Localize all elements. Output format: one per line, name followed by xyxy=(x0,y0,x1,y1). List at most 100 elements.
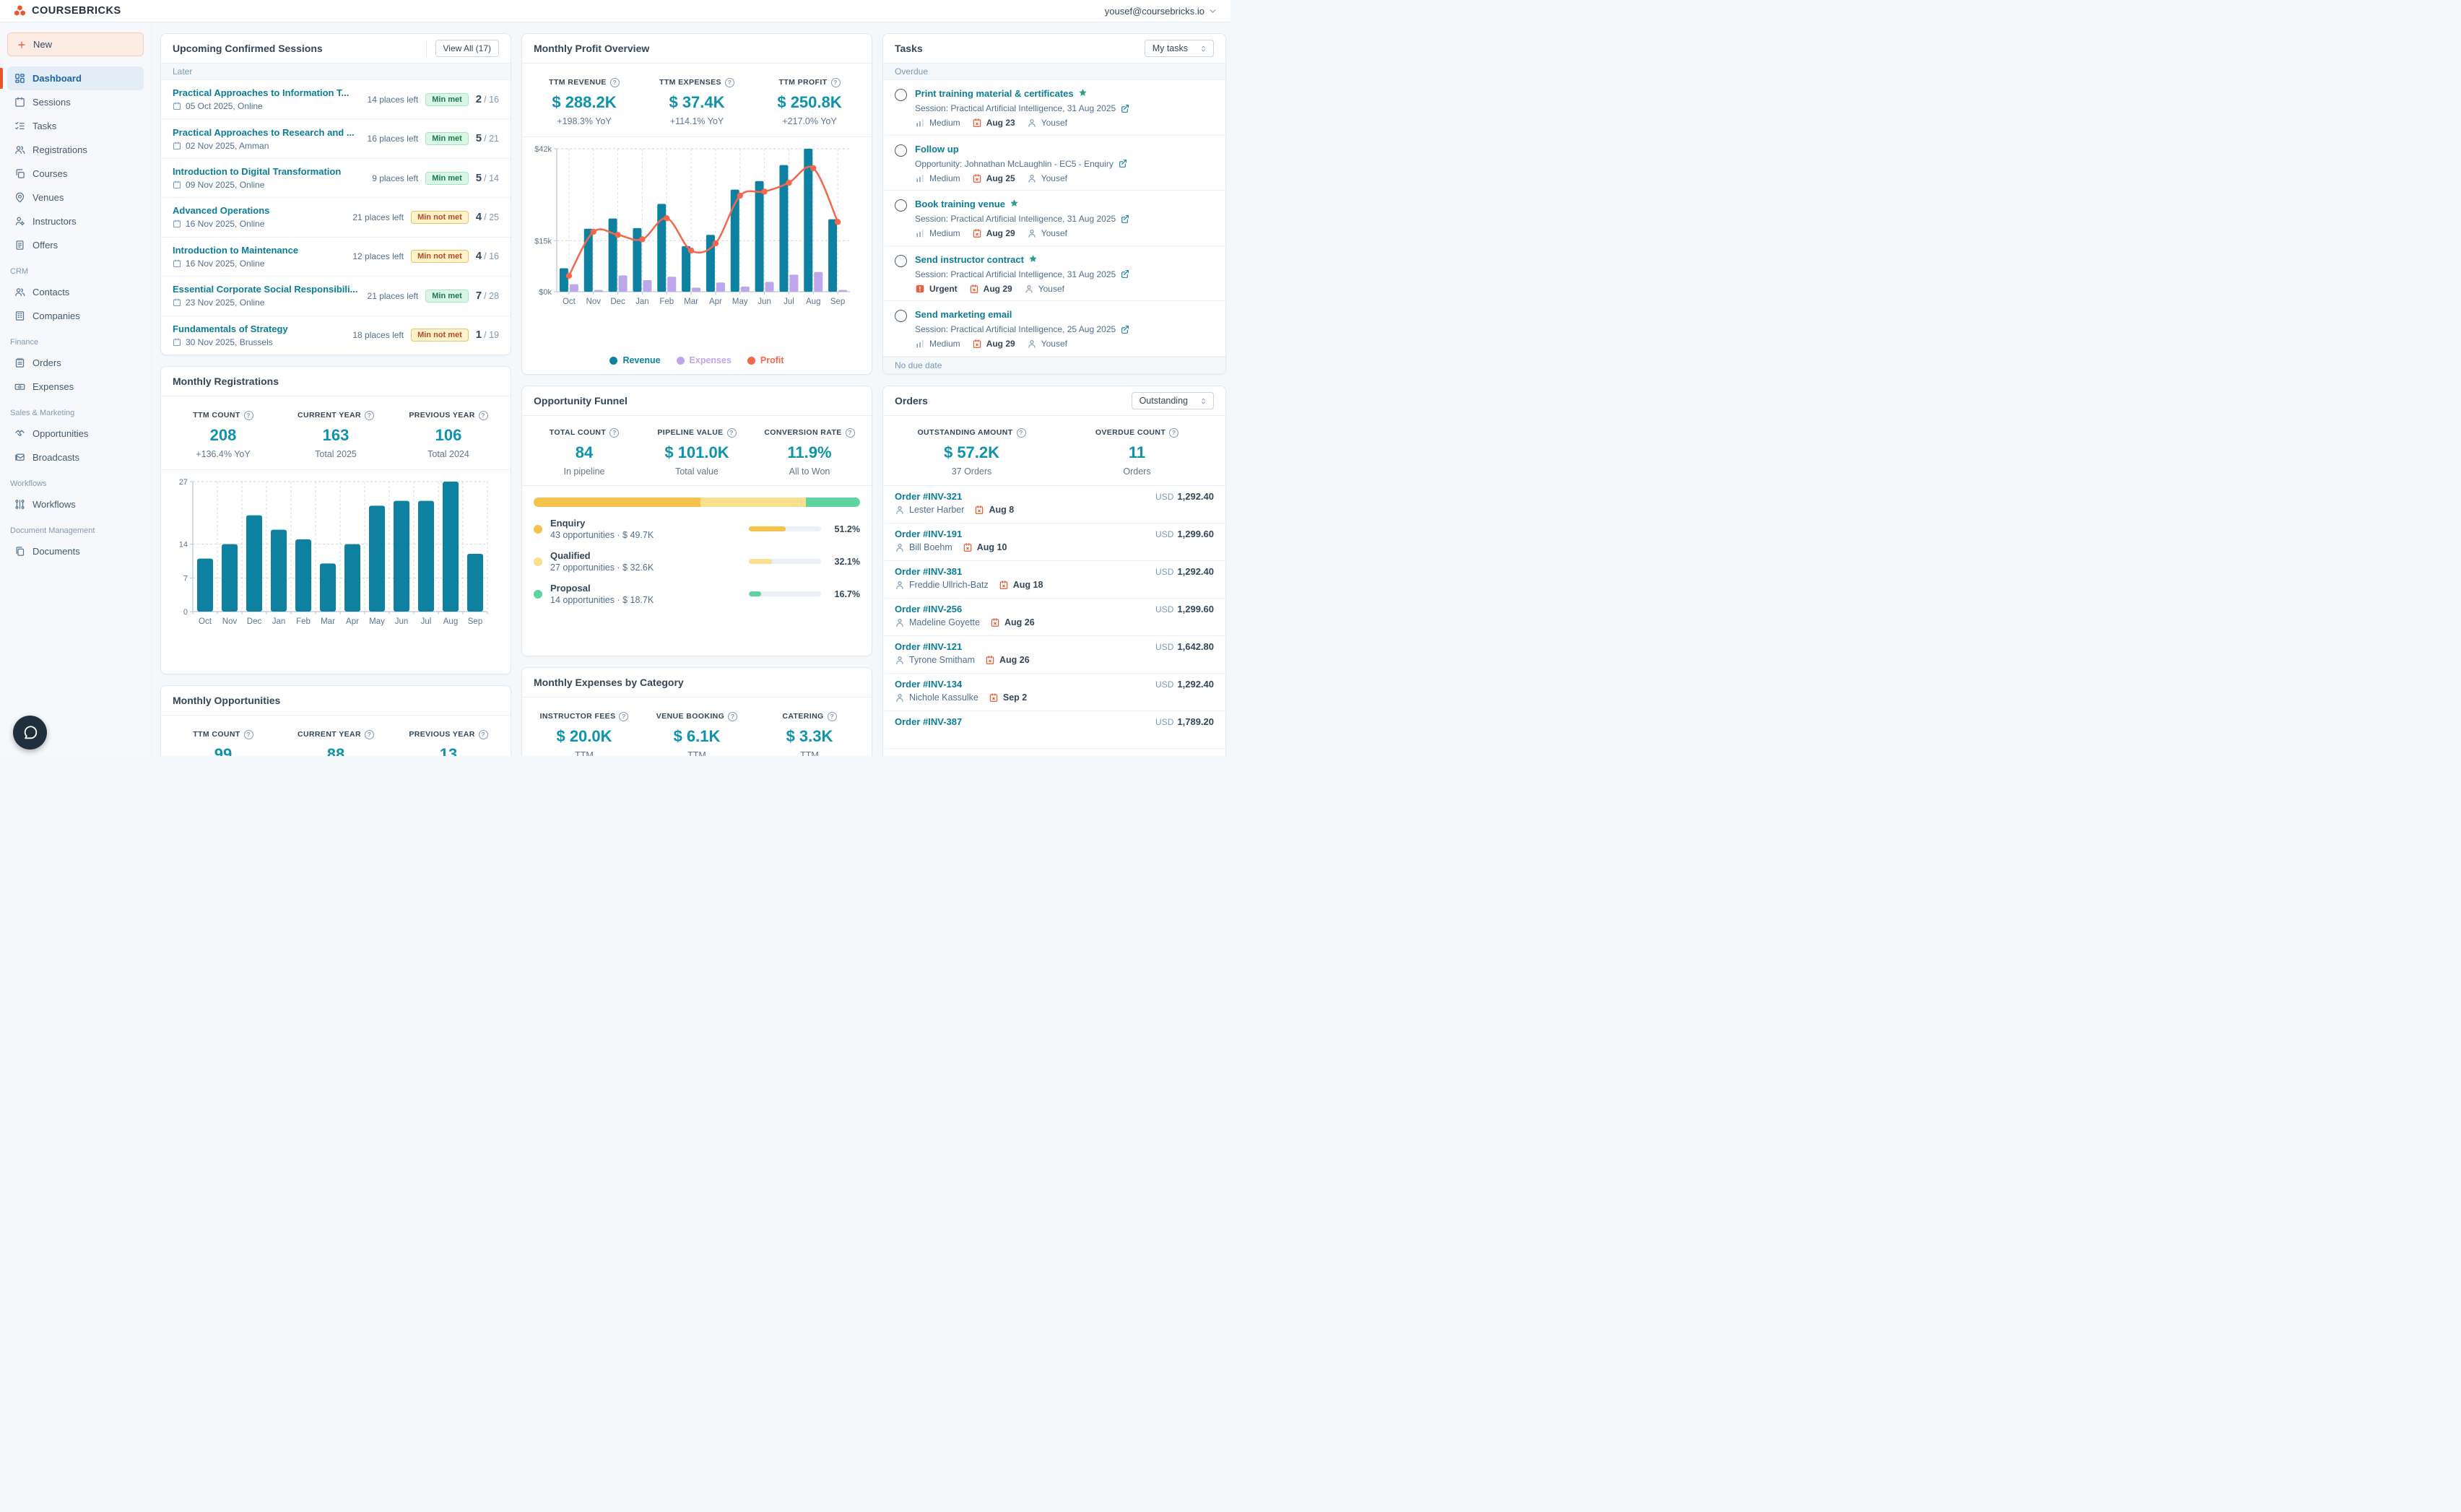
session-info: Advanced Operations16 Nov 2025, Online xyxy=(173,205,345,229)
sidebar-item-broadcasts[interactable]: Broadcasts xyxy=(7,446,144,469)
view-all-button[interactable]: View All (17) xyxy=(435,40,499,57)
session-title-link[interactable]: Fundamentals of Strategy xyxy=(173,323,345,334)
chat-widget-button[interactable] xyxy=(13,716,47,750)
order-id-link[interactable]: Order #INV-191 xyxy=(895,529,1155,539)
orders-list: Order #INV-321USD1,292.40Lester HarberAu… xyxy=(883,486,1225,749)
sidebar-item-registrations[interactable]: Registrations xyxy=(7,138,144,162)
sidebar-item-workflows[interactable]: Workflows xyxy=(7,492,144,516)
bars-medium-icon xyxy=(915,228,925,238)
order-id-link[interactable]: Order #INV-134 xyxy=(895,679,1155,690)
registrations-chart: 071427OctNovDecJanFebMarAprMayJunJulAugS… xyxy=(167,476,493,629)
sidebar-item-contacts[interactable]: Contacts xyxy=(7,280,144,304)
order-id-link[interactable]: Order #INV-387 xyxy=(895,716,1155,727)
task-title-link[interactable]: Send marketing email xyxy=(915,309,1012,320)
sidebar-item-documents[interactable]: Documents xyxy=(7,539,144,563)
sidebar-item-tasks[interactable]: Tasks xyxy=(7,114,144,138)
tasks-filter-select[interactable]: My tasks xyxy=(1145,40,1214,57)
monthly-registrations-card: Monthly Registrations TTM COUNT?208+136.… xyxy=(160,366,511,674)
order-id-link[interactable]: Order #INV-121 xyxy=(895,641,1155,652)
task-checkbox[interactable] xyxy=(895,89,907,101)
sidebar-item-sessions[interactable]: Sessions xyxy=(7,90,144,114)
user-menu[interactable]: yousef@coursebricks.io xyxy=(1105,6,1218,17)
session-title-link[interactable]: Essential Corporate Social Responsibili.… xyxy=(173,284,360,295)
session-title-link[interactable]: Practical Approaches to Research and ... xyxy=(173,127,360,138)
sidebar-item-orders[interactable]: Orders xyxy=(7,351,144,375)
svg-text:May: May xyxy=(369,617,385,626)
stat-block: TTM COUNT?208+136.4% YoY xyxy=(167,408,279,459)
session-title-link[interactable]: Introduction to Digital Transformation xyxy=(173,166,365,177)
calendar-x-icon xyxy=(972,228,982,238)
session-title-link[interactable]: Advanced Operations xyxy=(173,205,345,216)
sidebar-item-dashboard[interactable]: Dashboard xyxy=(7,66,144,90)
order-contact-name: Bill Boehm xyxy=(909,542,952,552)
task-checkbox[interactable] xyxy=(895,199,907,212)
task-checkbox[interactable] xyxy=(895,310,907,322)
card-title: Orders xyxy=(895,395,1132,407)
task-checkbox[interactable] xyxy=(895,255,907,267)
sidebar-item-offers[interactable]: Offers xyxy=(7,233,144,257)
select-arrows-icon xyxy=(1199,397,1207,405)
app-logo: COURSEBRICKS xyxy=(13,4,121,18)
sidebar-item-expenses[interactable]: Expenses xyxy=(7,375,144,399)
task-checkbox[interactable] xyxy=(895,144,907,157)
person-icon xyxy=(1027,118,1037,128)
task-title-link[interactable]: Book training venue xyxy=(915,199,1005,209)
calendar-x-icon xyxy=(999,580,1009,590)
session-info: Introduction to Maintenance16 Nov 2025, … xyxy=(173,245,345,269)
order-meta: Tyrone SmithamAug 26 xyxy=(895,655,1214,665)
task-owner: Yousef xyxy=(1027,173,1067,183)
enrolled-count: 4 xyxy=(476,250,482,262)
session-row: Fundamentals of Strategy30 Nov 2025, Bru… xyxy=(161,316,511,355)
order-row: Order #INV-121USD1,642.80Tyrone SmithamA… xyxy=(883,636,1225,674)
funnel-stage-name: Proposal xyxy=(550,583,749,594)
funnel-stage-progress xyxy=(749,591,821,596)
card-title: Monthly Opportunities xyxy=(173,695,499,706)
header-divider xyxy=(426,40,427,56)
order-due-date-text: Sep 2 xyxy=(1003,692,1027,703)
session-title-link[interactable]: Introduction to Maintenance xyxy=(173,245,345,256)
task-title-link[interactable]: Print training material & certificates xyxy=(915,88,1074,99)
session-enrollment-ratio: 4/ 25 xyxy=(476,211,499,224)
funnel-bar-segment xyxy=(806,498,860,507)
stat-value: 106 xyxy=(392,426,505,445)
task-meta: MediumAug 25Yousef xyxy=(915,173,1214,183)
sidebar-item-companies[interactable]: Companies xyxy=(7,304,144,328)
svg-text:Feb: Feb xyxy=(296,617,311,626)
order-id-link[interactable]: Order #INV-381 xyxy=(895,566,1155,577)
handshake-icon xyxy=(14,428,25,439)
svg-text:14: 14 xyxy=(179,541,188,549)
session-title-link[interactable]: Practical Approaches to Information T... xyxy=(173,87,360,98)
stat-label: TOTAL COUNT? xyxy=(550,428,619,438)
calendar-icon xyxy=(173,298,181,307)
task-owner-name: Yousef xyxy=(1041,173,1067,183)
new-button[interactable]: New xyxy=(7,32,144,56)
legend-item-expenses: Expenses xyxy=(677,355,732,365)
task-priority-label: Medium xyxy=(929,173,960,183)
stat-sub: +136.4% YoY xyxy=(167,449,279,459)
session-min-badge: Min met xyxy=(425,290,469,303)
sidebar-item-courses[interactable]: Courses xyxy=(7,162,144,186)
funnel-stage-desc: 14 opportunities · $ 18.7K xyxy=(550,595,749,605)
stat-value: $ 6.1K xyxy=(641,727,753,746)
stat-block: TTM REVENUE?$ 288.2K+198.3% YoY xyxy=(528,75,641,126)
stat-sub: TTM xyxy=(753,750,866,756)
order-id-link[interactable]: Order #INV-321 xyxy=(895,491,1155,502)
stat-block: CURRENT YEAR?88 xyxy=(279,727,392,756)
session-enrollment-ratio: 5/ 14 xyxy=(476,172,499,185)
help-icon: ? xyxy=(244,730,253,739)
person-icon xyxy=(895,655,905,665)
sidebar-item-venues[interactable]: Venues xyxy=(7,186,144,209)
sidebar-item-opportunities[interactable]: Opportunities xyxy=(7,422,144,446)
sidebar-item-label: Tasks xyxy=(32,121,56,131)
order-currency: USD xyxy=(1155,604,1173,614)
svg-text:$15k: $15k xyxy=(534,237,552,246)
task-title-link[interactable]: Send instructor contract xyxy=(915,254,1024,265)
help-icon: ? xyxy=(365,411,374,420)
order-id-link[interactable]: Order #INV-256 xyxy=(895,604,1155,614)
sidebar-nav: DashboardSessions Tasks RegistrationsCours… xyxy=(7,66,144,563)
stat-value: 11.9% xyxy=(753,443,866,462)
task-title-link[interactable]: Follow up xyxy=(915,144,959,155)
sidebar-item-instructors[interactable]: Instructors xyxy=(7,209,144,233)
svg-text:Jul: Jul xyxy=(784,297,794,306)
orders-filter-select[interactable]: Outstanding xyxy=(1132,392,1214,409)
